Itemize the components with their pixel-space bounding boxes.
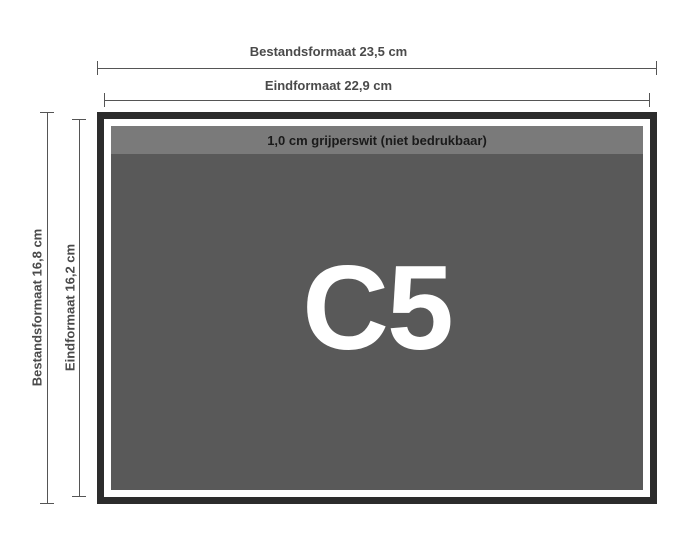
- trim-height-label: Eindformaat 16,2 cm: [63, 228, 78, 388]
- format-name: C5: [111, 126, 643, 490]
- bleed-width-label: Bestandsformaat 23,5 cm: [0, 44, 657, 59]
- bleed-height-line: [47, 112, 48, 504]
- format-name-text: C5: [302, 239, 451, 377]
- trim-height-line: [79, 119, 80, 497]
- trim-width-line: [104, 100, 650, 101]
- bleed-width-line: [97, 68, 657, 69]
- bleed-height-label: Bestandsformaat 16,8 cm: [30, 228, 45, 388]
- trim-width-label: Eindformaat 22,9 cm: [0, 78, 657, 93]
